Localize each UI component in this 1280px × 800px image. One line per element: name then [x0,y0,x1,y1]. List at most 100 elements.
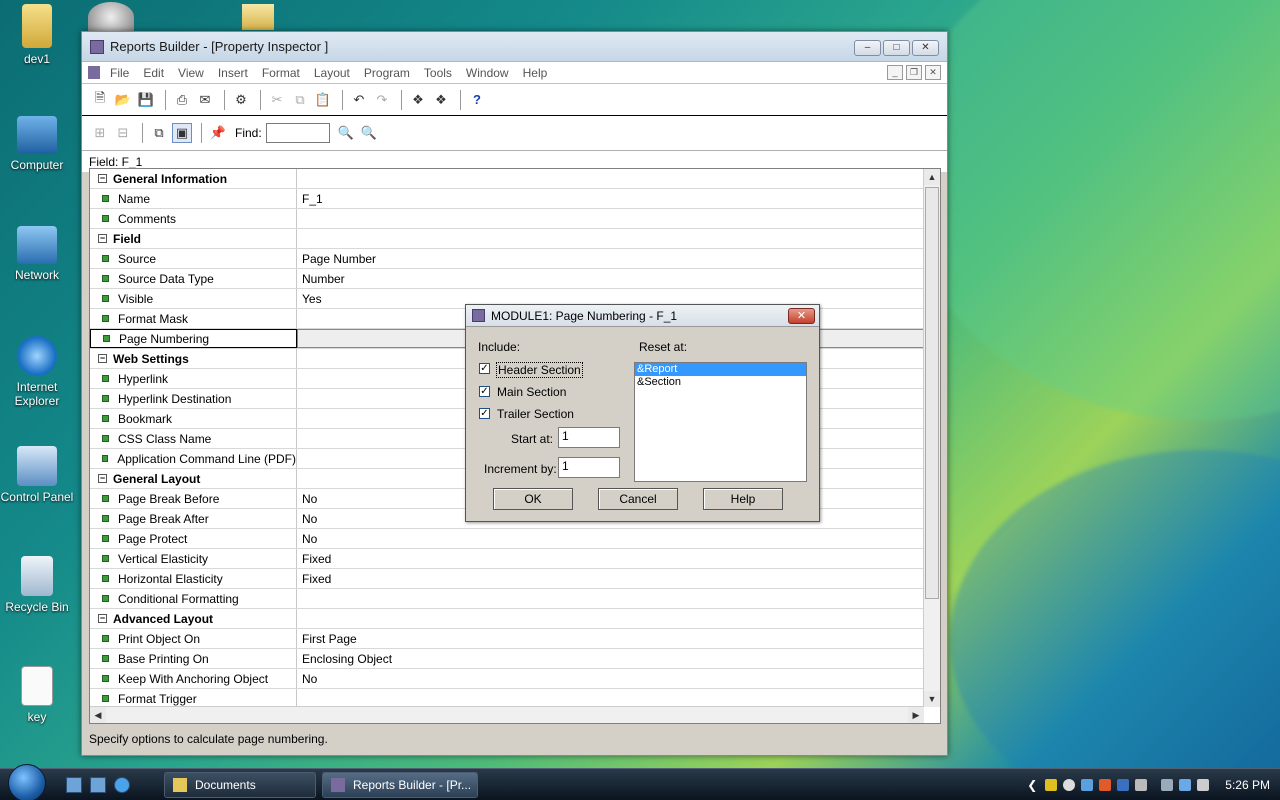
close-button[interactable]: ✕ [912,40,939,56]
collapse-group-icon[interactable]: − [98,614,107,623]
property-group-row[interactable]: − Advanced Layout [90,609,924,629]
property-name-cell[interactable]: Application Command Line (PDF) [90,449,297,468]
copy-icon[interactable]: ⧉ [290,90,310,110]
paste-icon[interactable]: 📋 [313,90,333,110]
tray-app-icon[interactable] [1063,779,1076,791]
tray-app-icon[interactable] [1099,779,1112,791]
property-name-cell[interactable]: CSS Class Name [90,429,297,448]
property-name-cell[interactable]: Page Break Before [90,489,297,508]
property-value-cell[interactable]: First Page [297,629,924,648]
vertical-scrollbar[interactable]: ▲ ▼ [923,169,940,707]
menu-view[interactable]: View [178,66,204,80]
pin-icon[interactable]: 📌 [208,123,228,143]
menu-format[interactable]: Format [262,66,300,80]
print-icon[interactable]: ⎙ [172,90,192,110]
menu-help[interactable]: Help [523,66,548,80]
trailer-section-label[interactable]: Trailer Section [497,407,574,421]
window-titlebar[interactable]: Reports Builder - [Property Inspector ] … [82,32,947,62]
property-name-cell[interactable]: − Field [90,229,297,248]
menu-tools[interactable]: Tools [424,66,452,80]
desktop-icon-recycle-bin[interactable]: Recycle Bin [0,556,74,614]
dialog-close-button[interactable]: ✕ [788,308,815,324]
scroll-left-icon[interactable]: ◀ [90,707,106,723]
desktop-icon-control-panel[interactable]: Control Panel [0,446,74,504]
property-name-cell[interactable]: Source [90,249,297,268]
property-name-cell[interactable]: Hyperlink Destination [90,389,297,408]
desktop-icon-network[interactable]: Network [0,226,74,282]
mail-icon[interactable]: ✉ [195,90,215,110]
property-name-cell[interactable]: − Advanced Layout [90,609,297,628]
desktop-icon-computer[interactable]: Computer [0,116,74,172]
cancel-button[interactable]: Cancel [598,488,678,510]
document-menu-icon[interactable] [88,66,100,79]
network-status-icon[interactable] [1179,779,1192,791]
start-at-input[interactable]: 1 [558,427,620,448]
help-icon[interactable]: ? [467,90,487,110]
property-name-cell[interactable]: Print Object On [90,629,297,648]
undo-icon[interactable]: ↶ [349,90,369,110]
property-name-cell[interactable]: Bookmark [90,409,297,428]
collapse-group-icon[interactable]: − [98,474,107,483]
reset-option-report[interactable]: &Report [635,363,806,376]
help-button[interactable]: Help [703,488,783,510]
collapse-group-icon[interactable]: − [98,354,107,363]
switch-windows-icon[interactable] [90,776,106,793]
dialog-titlebar[interactable]: MODULE1: Page Numbering - F_1 [466,305,819,327]
scroll-right-icon[interactable]: ▶ [908,707,924,723]
new-icon[interactable]: 🗎 [90,90,110,110]
property-name-cell[interactable]: Horizontal Elasticity [90,569,297,588]
property-group-row[interactable]: − General Information [90,169,924,189]
property-value-cell[interactable]: No [297,529,924,548]
property-name-cell[interactable]: − General Information [90,169,297,188]
minimize-button[interactable]: – [854,40,881,56]
property-name-cell[interactable]: Visible [90,289,297,308]
clock[interactable]: 5:26 PM [1225,778,1270,792]
property-row[interactable]: Print Object On First Page [90,629,924,649]
property-value-cell[interactable]: Page Number [297,249,924,268]
tray-app-icon[interactable] [1135,779,1148,791]
reset-option-section[interactable]: &Section [635,376,806,389]
mdi-minimize-button[interactable]: _ [887,65,903,80]
property-value-cell[interactable]: No [297,669,924,688]
taskbar-reports-builder-button[interactable]: Reports Builder - [Pr... [322,772,478,798]
tray-app-icon[interactable] [1117,779,1130,791]
menu-program[interactable]: Program [364,66,410,80]
show-desktop-icon[interactable] [66,776,82,793]
menu-edit[interactable]: Edit [143,66,164,80]
scroll-down-icon[interactable]: ▼ [924,691,940,707]
property-name-cell[interactable]: Page Numbering [90,329,297,348]
reset-at-listbox[interactable]: &Report &Section [634,362,807,482]
main-section-label[interactable]: Main Section [497,385,566,399]
header-section-checkbox[interactable]: ✓ [479,363,490,374]
increment-by-input[interactable]: 1 [558,457,620,478]
property-row[interactable]: Source Data Type Number [90,269,924,289]
property-value-cell[interactable]: F_1 [297,189,924,208]
property-value-cell[interactable] [297,209,924,228]
property-value-cell[interactable]: Number [297,269,924,288]
property-group-row[interactable]: − Field [90,229,924,249]
tray-app-icon[interactable] [1045,779,1058,791]
mdi-restore-button[interactable]: ❐ [906,65,922,80]
volume-icon[interactable] [1197,779,1210,791]
desktop-icon-internet-explorer[interactable]: Internet Explorer [0,336,74,408]
report-wizard-icon[interactable]: ❖ [431,90,451,110]
property-name-cell[interactable]: Hyperlink [90,369,297,388]
property-name-cell[interactable]: Name [90,189,297,208]
property-name-cell[interactable]: Conditional Formatting [90,589,297,608]
property-value-cell[interactable]: Fixed [297,569,924,588]
property-name-cell[interactable]: Source Data Type [90,269,297,288]
property-row[interactable]: Base Printing On Enclosing Object [90,649,924,669]
property-name-cell[interactable]: Comments [90,209,297,228]
tray-app-icon[interactable] [1081,779,1094,791]
property-row[interactable]: Comments [90,209,924,229]
data-wizard-icon[interactable]: ❖ [408,90,428,110]
main-section-checkbox[interactable]: ✓ [479,386,490,397]
find-previous-icon[interactable]: 🔍 [359,123,379,143]
property-value-cell[interactable]: Enclosing Object [297,649,924,668]
property-name-cell[interactable]: Vertical Elasticity [90,549,297,568]
property-row[interactable]: Page Protect No [90,529,924,549]
mdi-close-button[interactable]: ✕ [925,65,941,80]
taskbar-documents-button[interactable]: Documents [164,772,316,798]
collapse-group-icon[interactable]: − [98,174,107,183]
menu-layout[interactable]: Layout [314,66,350,80]
